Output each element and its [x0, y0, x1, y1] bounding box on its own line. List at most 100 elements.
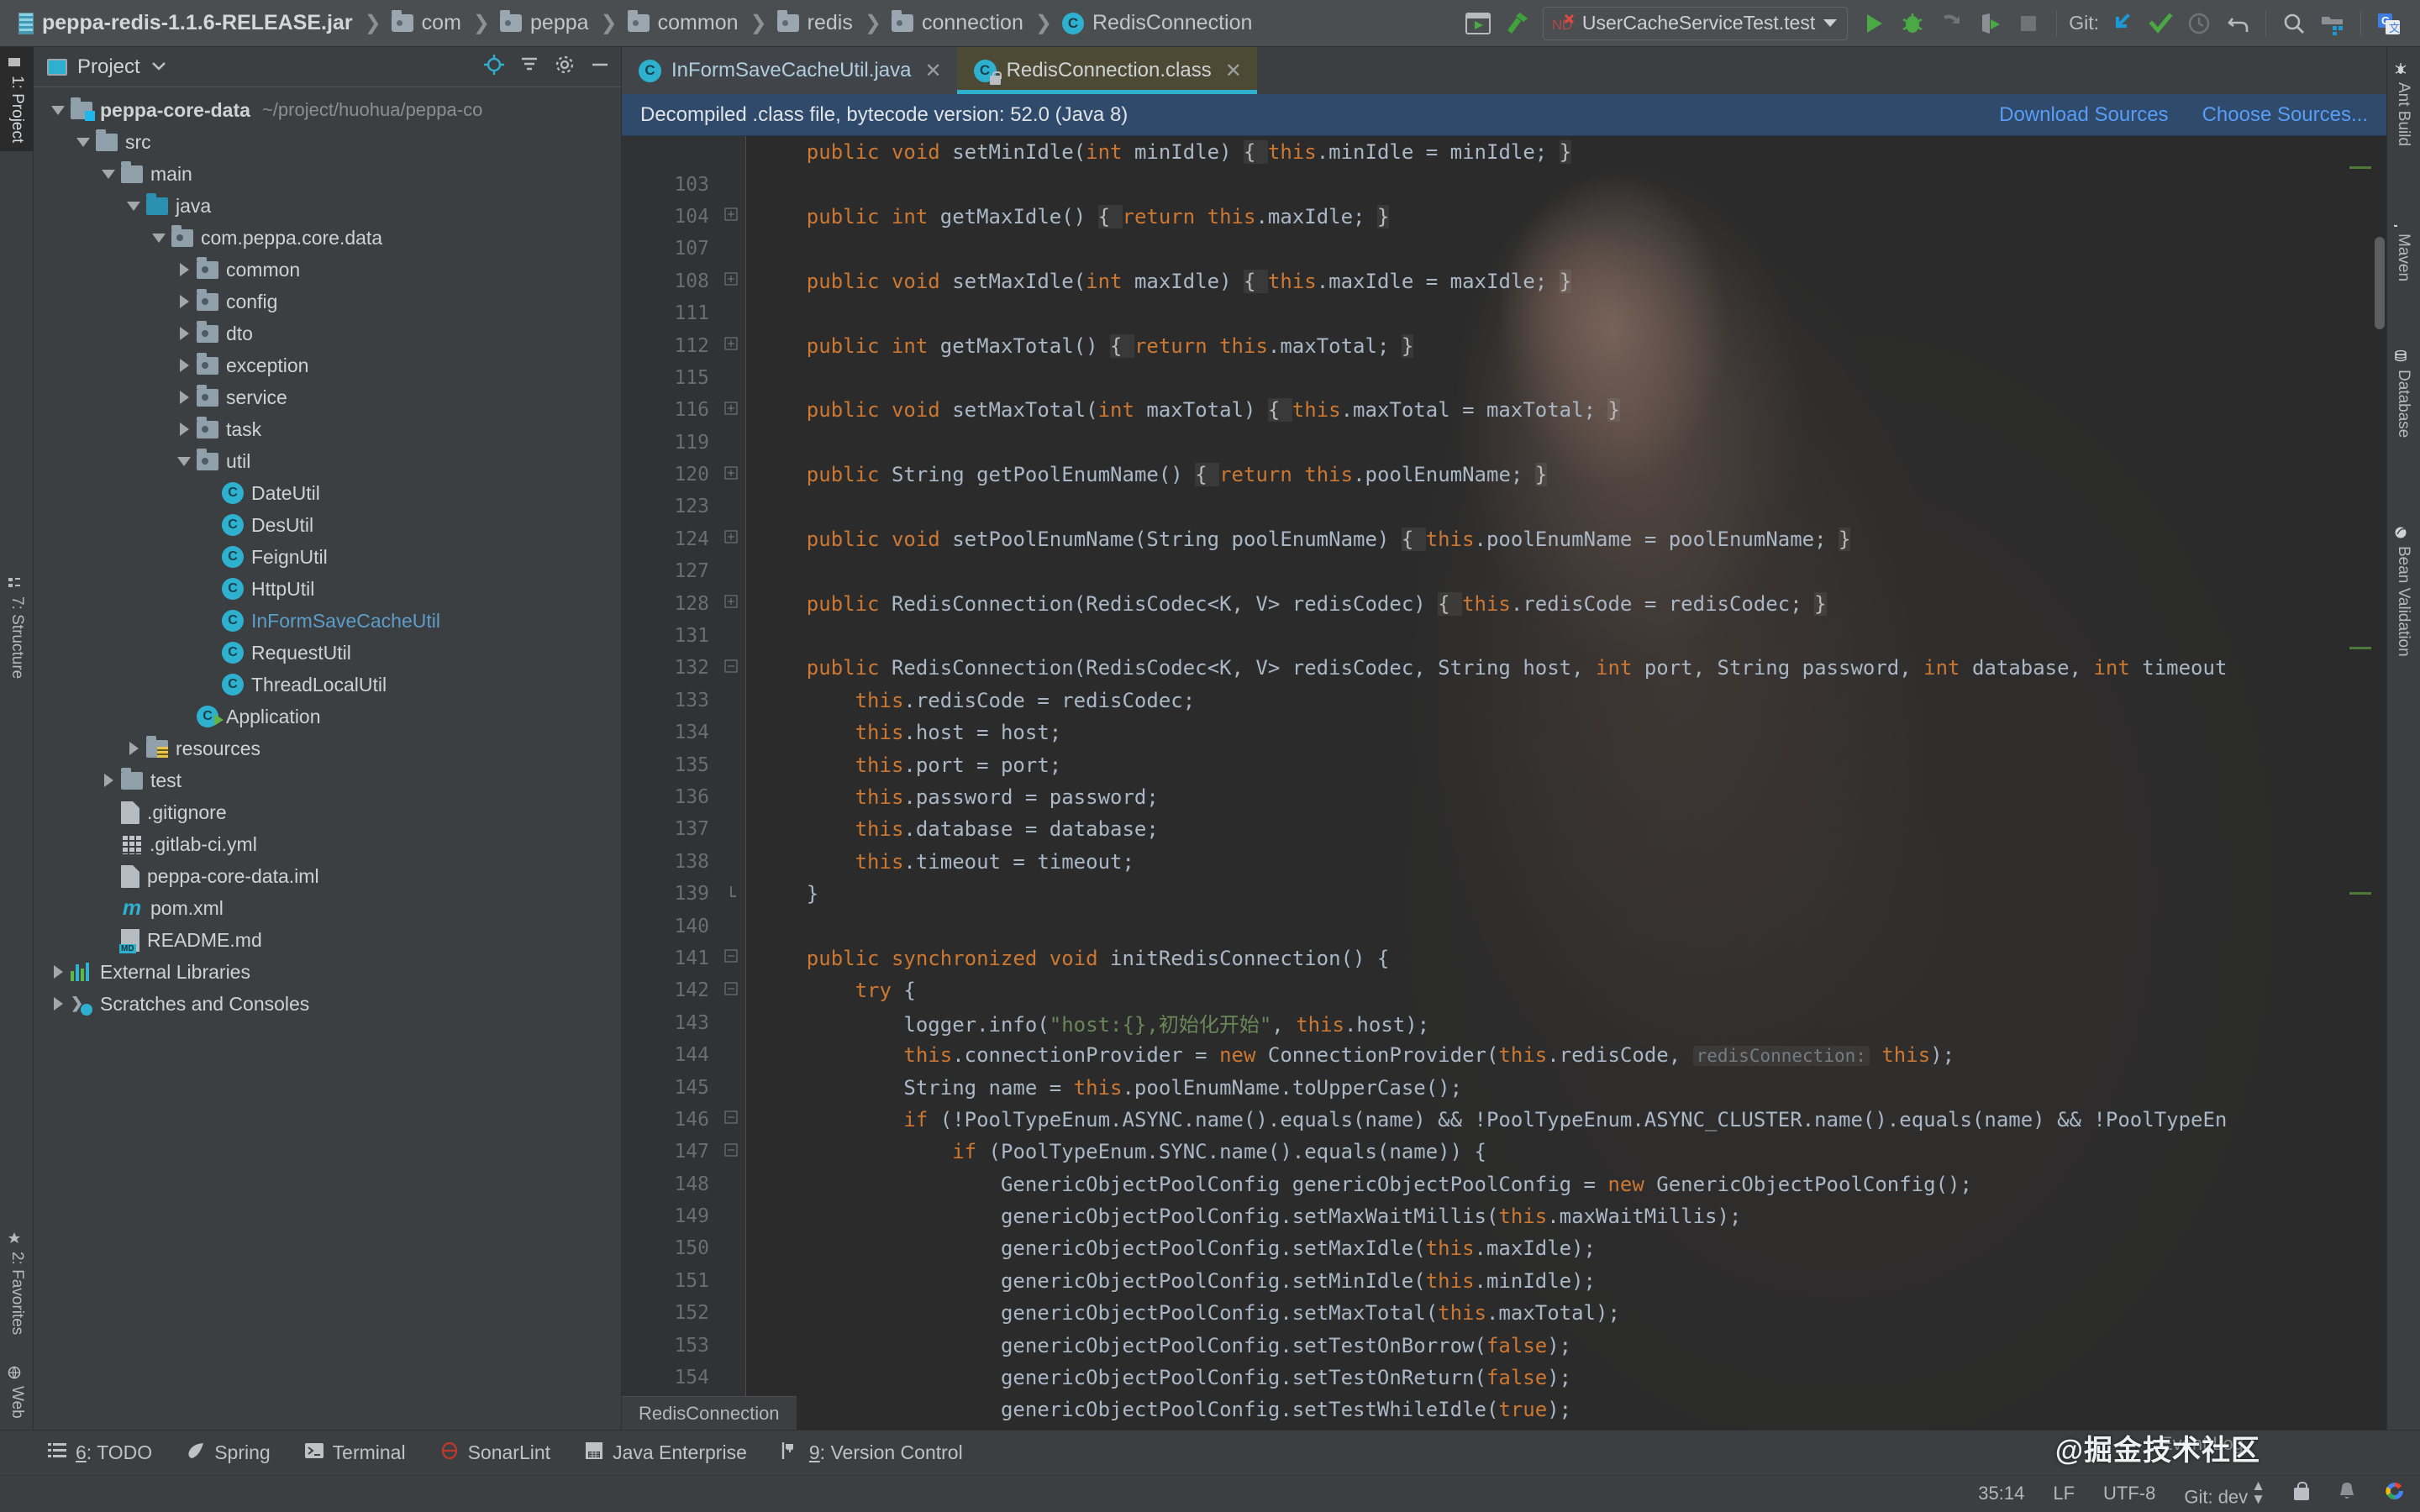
code-line[interactable]: 132 public RedisConnection(RedisCodec<K,… — [622, 652, 2386, 684]
bottom-tool-terminal[interactable]: Terminal — [304, 1441, 406, 1466]
code-line[interactable]: 123 — [622, 491, 2386, 522]
git-revert-icon[interactable] — [2218, 4, 2257, 43]
chevron-down-icon[interactable] — [1823, 19, 1838, 27]
tree-node-pom-xml[interactable]: m pom.xml — [34, 892, 621, 924]
tree-node-config[interactable]: config — [34, 286, 621, 318]
project-structure-icon[interactable] — [2313, 4, 2352, 43]
tree-node-requestutil[interactable]: C RequestUtil — [34, 637, 621, 669]
code-line[interactable]: 148 GenericObjectPoolConfig genericObjec… — [622, 1168, 2386, 1200]
tree-node-exception[interactable]: exception — [34, 349, 621, 381]
breadcrumb-item-redis[interactable]: redis — [776, 10, 858, 35]
tree-node-httputil[interactable]: C HttpUtil — [34, 573, 621, 605]
hide-icon[interactable] — [589, 54, 611, 80]
search-everywhere-icon[interactable] — [2275, 4, 2313, 43]
code-fold-toggle[interactable] — [716, 659, 746, 677]
tree-node-util[interactable]: util — [34, 445, 621, 477]
chevron-down-icon[interactable] — [150, 228, 168, 247]
tree-node-application[interactable]: C Application — [34, 701, 621, 732]
code-line[interactable]: 137 this.database = database; — [622, 813, 2386, 845]
code-fold-toggle[interactable] — [716, 530, 746, 548]
code-line[interactable]: 155 genericObjectPoolConfig.setTestWhile… — [622, 1394, 2386, 1425]
code-line[interactable]: 146 if (!PoolTypeEnum.ASYNC.name().equal… — [622, 1104, 2386, 1136]
tree-node-desutil[interactable]: C DesUtil — [34, 509, 621, 541]
bottom-tool-9-version-control[interactable]: 9: Version Control — [781, 1441, 963, 1466]
debug-icon[interactable] — [1893, 4, 1932, 43]
code-line[interactable]: 152 genericObjectPoolConfig.setMaxTotal(… — [622, 1297, 2386, 1329]
bottom-tool-6-todo[interactable]: 6: TODO — [47, 1441, 152, 1466]
event-log-icon[interactable] — [2338, 1481, 2356, 1506]
code-line[interactable]: 116 public void setMaxTotal(int maxTotal… — [622, 394, 2386, 426]
tree-node-feignutil[interactable]: C FeignUtil — [34, 541, 621, 573]
line-separator[interactable]: LF — [2053, 1483, 2075, 1504]
tree-node-com-peppa-core-data[interactable]: com.peppa.core.data — [34, 222, 621, 254]
project-tree[interactable]: peppa-core-data ~/project/huohua/peppa-co… — [34, 87, 621, 1430]
code-line[interactable]: 142 try { — [622, 974, 2386, 1006]
code-editor[interactable]: public void setMinIdle(int minIdle) { th… — [622, 136, 2386, 1430]
breadcrumb-item-common[interactable]: common — [627, 10, 744, 35]
google-icon[interactable] — [2385, 1481, 2405, 1506]
code-fold-toggle[interactable] — [716, 272, 746, 290]
git-history-icon[interactable] — [2180, 4, 2218, 43]
code-line[interactable]: 153 genericObjectPoolConfig.setTestOnBor… — [622, 1329, 2386, 1361]
run-icon[interactable] — [1854, 4, 1893, 43]
code-line[interactable]: 120 public String getPoolEnumName() { re… — [622, 459, 2386, 491]
sidebar-item-favorites[interactable]: 2: Favorites — [0, 1223, 34, 1343]
settings-gear-icon[interactable] — [554, 54, 576, 80]
tree-node--gitlab-ci-yml[interactable]: .gitlab-ci.yml — [34, 828, 621, 860]
collapse-all-icon[interactable] — [518, 54, 540, 80]
code-line[interactable]: 139 } — [622, 878, 2386, 910]
tree-node-task[interactable]: task — [34, 413, 621, 445]
code-line[interactable]: 149 genericObjectPoolConfig.setMaxWaitMi… — [622, 1200, 2386, 1232]
code-content[interactable]: public void setMinIdle(int minIdle) { th… — [622, 136, 2386, 1430]
code-line[interactable]: 135 this.port = port; — [622, 748, 2386, 780]
breadcrumb-item-com[interactable]: com — [391, 10, 466, 35]
code-line[interactable]: 111 — [622, 297, 2386, 329]
tree-node-informsavecacheutil[interactable]: C InFormSaveCacheUtil — [34, 605, 621, 637]
sidebar-item-web[interactable]: Web — [0, 1357, 34, 1427]
code-fold-toggle[interactable] — [716, 949, 746, 967]
code-line[interactable]: 150 genericObjectPoolConfig.setMaxIdle(t… — [622, 1232, 2386, 1264]
chevron-right-icon[interactable] — [99, 771, 118, 790]
breadcrumb-item-peppa-redis-1-1-6-release-jar[interactable]: peppa-redis-1.1.6-RELEASE.jar — [18, 11, 358, 35]
code-line[interactable]: 141 public synchronized void initRedisCo… — [622, 942, 2386, 974]
chevron-right-icon[interactable] — [175, 356, 193, 375]
code-fold-toggle[interactable] — [716, 337, 746, 354]
tree-node-threadlocalutil[interactable]: C ThreadLocalUtil — [34, 669, 621, 701]
chevron-down-icon[interactable] — [175, 452, 193, 470]
sidebar-item-bean-validation[interactable]: Bean Validation — [2386, 517, 2420, 665]
code-line[interactable]: 107 — [622, 233, 2386, 265]
tree-node-peppa-core-data-iml[interactable]: peppa-core-data.iml — [34, 860, 621, 892]
tree-node-common[interactable]: common — [34, 254, 621, 286]
code-line[interactable]: 119 — [622, 427, 2386, 459]
bottom-tool-java-enterprise[interactable]: Java Enterprise — [584, 1441, 747, 1466]
sidebar-item-maven[interactable]: m Maven — [2386, 205, 2420, 290]
preview-window-icon[interactable] — [1459, 4, 1497, 43]
code-line[interactable]: 104 public int getMaxIdle() { return thi… — [622, 201, 2386, 233]
translate-icon[interactable]: G文 — [2370, 4, 2408, 43]
stop-icon[interactable] — [2009, 4, 2048, 43]
tree-node-test[interactable]: test — [34, 764, 621, 796]
coverage-icon[interactable] — [1970, 4, 2009, 43]
chevron-right-icon[interactable] — [175, 292, 193, 311]
bottom-tool-spring[interactable]: Spring — [186, 1441, 271, 1466]
tree-node-service[interactable]: service — [34, 381, 621, 413]
tree-node-readme-md[interactable]: README.md — [34, 924, 621, 956]
code-fold-toggle[interactable] — [716, 466, 746, 484]
lock-icon[interactable] — [2294, 1481, 2309, 1500]
locate-icon[interactable] — [483, 54, 505, 80]
close-icon[interactable]: ✕ — [924, 59, 941, 83]
git-branch-widget[interactable]: Git: dev▲ ▼ — [2184, 1478, 2265, 1508]
caret-position[interactable]: 35:14 — [1978, 1483, 2024, 1504]
tree-node-src[interactable]: src — [34, 126, 621, 158]
code-line[interactable]: 147 if (PoolTypeEnum.SYNC.name().equals(… — [622, 1136, 2386, 1168]
code-line[interactable]: 115 — [622, 362, 2386, 394]
chevron-down-icon[interactable] — [99, 165, 118, 183]
chevron-right-icon[interactable] — [175, 420, 193, 438]
sidebar-item-structure[interactable]: 7: Structure — [0, 568, 34, 687]
code-line[interactable]: 134 this.host = host; — [622, 717, 2386, 748]
code-line[interactable]: 133 this.redisCode = redisCodec; — [622, 685, 2386, 717]
chevron-right-icon[interactable] — [49, 995, 67, 1013]
code-line[interactable]: 131 — [622, 620, 2386, 652]
sidebar-item-project[interactable]: 1: Project — [0, 47, 34, 152]
rerun-icon[interactable] — [1932, 4, 1970, 43]
